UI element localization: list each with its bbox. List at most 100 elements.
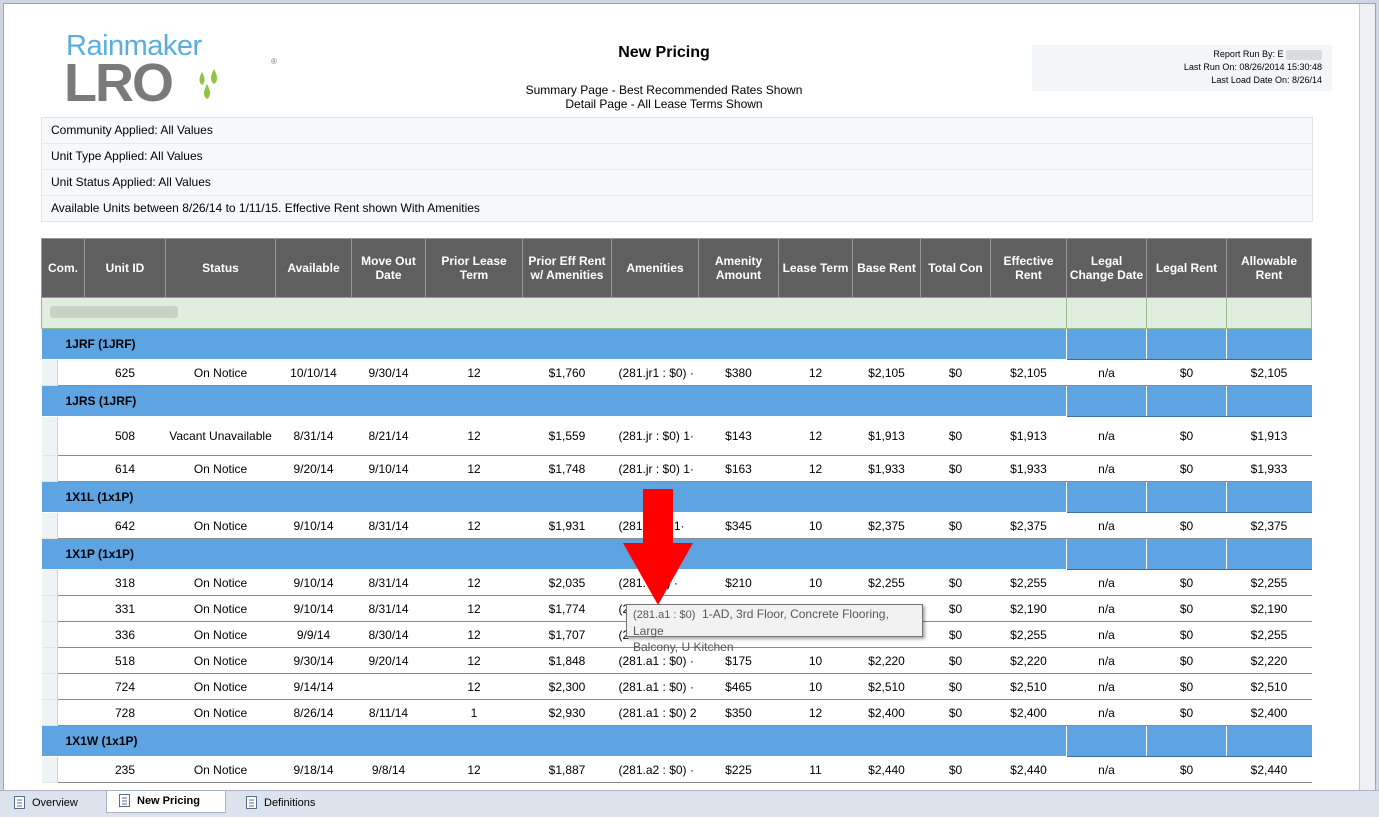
prior-eff-rent-cell: $1,848 — [522, 647, 612, 674]
col-header[interactable]: Effective Rent — [990, 238, 1067, 298]
unit-id-cell: 331 — [84, 595, 166, 622]
group-cell — [1226, 385, 1312, 417]
allowable-rent-cell: $2,255 — [1226, 569, 1312, 596]
col-header[interactable]: Total Con — [920, 238, 991, 298]
tab-new-pricing-label: New Pricing — [137, 795, 200, 807]
col-header[interactable]: Allowable Rent — [1226, 238, 1312, 298]
vertical-scrollbar[interactable] — [1359, 4, 1375, 790]
status-cell: On Notice — [165, 569, 276, 596]
effective-rent-cell: $2,220 — [990, 647, 1067, 674]
available-cell: 8/26/14 — [275, 699, 352, 726]
available-cell: 9/18/14 — [275, 756, 352, 783]
unit-row[interactable]: 625 On Notice 10/10/14 9/30/14 12 $1,760 (281.… — [41, 359, 1312, 386]
col-header[interactable]: Prior Eff Rent w/ Amenities — [522, 238, 612, 298]
amenity-amount-cell: $465 — [698, 673, 779, 700]
total-con-cell: $0 — [920, 416, 991, 456]
lease-term-cell: 12 — [778, 699, 853, 726]
unit-type-group-row[interactable]: 1X1W (1x1P) — [41, 725, 1312, 757]
status-cell: On Notice — [165, 359, 276, 386]
col-header[interactable]: Available — [275, 238, 352, 298]
amenities-cell[interactable]: (281.a1 : $0) 2 — [611, 699, 699, 726]
col-header[interactable]: Amenity Amount — [698, 238, 779, 298]
col-header[interactable]: Amenities — [611, 238, 699, 298]
base-rent-cell: $2,375 — [852, 512, 921, 539]
unit-id-cell: 235 — [84, 756, 166, 783]
available-cell: 9/14/14 — [275, 673, 352, 700]
group-cell — [1066, 328, 1147, 360]
prior-lease-term-cell: 12 — [425, 416, 523, 456]
unit-id-cell: 508 — [84, 416, 166, 456]
legal-change-date-cell: n/a — [1066, 455, 1147, 482]
amenities-cell[interactable]: (281.jr : $0) 1· — [611, 455, 699, 482]
col-header[interactable]: Com. — [41, 238, 85, 298]
legal-change-date-cell: n/a — [1066, 359, 1147, 386]
report-viewport[interactable]: Rainmaker LRO ® New Pricing Summary Page… — [3, 3, 1376, 791]
unit-type-group-row[interactable]: 1JRF (1JRF) — [41, 328, 1312, 360]
com-cell — [41, 699, 58, 726]
prior-lease-term-cell: 12 — [425, 621, 523, 648]
community-cell — [1066, 297, 1147, 329]
legal-rent-cell: $0 — [1146, 512, 1227, 539]
com-cell — [57, 512, 85, 539]
group-cell — [1146, 538, 1227, 570]
unit-type-group-row[interactable]: 1JRS (1JRF) — [41, 385, 1312, 417]
tab-definitions-label: Definitions — [264, 797, 316, 809]
unit-id-cell: 625 — [84, 359, 166, 386]
effective-rent-cell: $2,255 — [990, 621, 1067, 648]
status-cell: On Notice — [165, 595, 276, 622]
tab-overview[interactable]: Overview — [2, 793, 100, 813]
col-header[interactable]: Prior Lease Term — [425, 238, 523, 298]
available-cell: 9/10/14 — [275, 569, 352, 596]
col-header[interactable]: Unit ID — [84, 238, 166, 298]
legal-rent-cell: $0 — [1146, 416, 1227, 456]
legal-rent-cell: $0 — [1146, 756, 1227, 783]
move-out-date-cell: 8/30/14 — [351, 621, 426, 648]
move-out-date-cell: 9/20/14 — [351, 647, 426, 674]
legal-rent-cell: $0 — [1146, 699, 1227, 726]
group-cell — [1226, 328, 1312, 360]
group-spacer — [41, 328, 58, 360]
unit-row[interactable]: 614 On Notice 9/20/14 9/10/14 12 $1,748 (281.j… — [41, 455, 1312, 482]
status-cell: On Notice — [165, 673, 276, 700]
status-cell: On Notice — [165, 455, 276, 482]
group-spacer — [41, 725, 58, 757]
base-rent-cell: $2,440 — [852, 756, 921, 783]
unit-row[interactable]: 508 Vacant Unavailable 8/31/14 8/21/14 12 $1,… — [41, 416, 1312, 456]
col-header[interactable]: Base Rent — [852, 238, 921, 298]
total-con-cell: $0 — [920, 756, 991, 783]
lease-term-cell: 12 — [778, 416, 853, 456]
col-header[interactable]: Lease Term — [778, 238, 853, 298]
amenities-cell[interactable]: (281.jr1 : $0) · — [611, 359, 699, 386]
legal-rent-cell: $0 — [1146, 595, 1227, 622]
legal-change-date-cell: n/a — [1066, 512, 1147, 539]
legal-rent-cell: $0 — [1146, 673, 1227, 700]
unit-row[interactable]: 235 On Notice 9/18/14 9/8/14 12 $1,887 (281.a2… — [41, 756, 1312, 783]
group-label: 1X1P (1x1P) — [57, 538, 1067, 570]
amenities-cell[interactable]: (281.a1 : $0) · — [611, 673, 699, 700]
subtitle-detail: Detail Page - All Lease Terms Shown — [565, 97, 763, 111]
community-row[interactable] — [41, 297, 1312, 329]
sheet-tabs-bar: Overview New Pricing Definitions — [0, 790, 1379, 817]
unit-row[interactable]: 724 On Notice 9/14/14 12 $2,300 (281.a1 : $0)… — [41, 673, 1312, 700]
allowable-rent-cell: $2,510 — [1226, 673, 1312, 700]
lease-term-cell: 12 — [778, 455, 853, 482]
allowable-rent-cell: $2,255 — [1226, 621, 1312, 648]
allowable-rent-cell: $2,440 — [1226, 756, 1312, 783]
report-title: New Pricing — [618, 44, 710, 61]
amenities-cell[interactable]: (281.a2 : $0) · — [611, 756, 699, 783]
col-header[interactable]: Move Out Date — [351, 238, 426, 298]
legal-rent-cell: $0 — [1146, 455, 1227, 482]
tab-new-pricing[interactable]: New Pricing — [106, 791, 226, 813]
available-cell: 9/20/14 — [275, 455, 352, 482]
col-header[interactable]: Legal Rent — [1146, 238, 1227, 298]
prior-lease-term-cell: 12 — [425, 569, 523, 596]
unit-row[interactable]: 728 On Notice 8/26/14 8/11/14 1 $2,930 (281.a1… — [41, 699, 1312, 726]
amenity-amount-cell: $143 — [698, 416, 779, 456]
col-header[interactable]: Status — [165, 238, 276, 298]
amenities-cell[interactable]: (281.jr : $0) 1· — [611, 416, 699, 456]
tab-definitions[interactable]: Definitions — [234, 793, 344, 813]
col-header[interactable]: Legal Change Date — [1066, 238, 1147, 298]
group-cell — [1066, 725, 1147, 757]
allowable-rent-cell: $2,220 — [1226, 647, 1312, 674]
group-label: 1JRS (1JRF) — [57, 385, 1067, 417]
